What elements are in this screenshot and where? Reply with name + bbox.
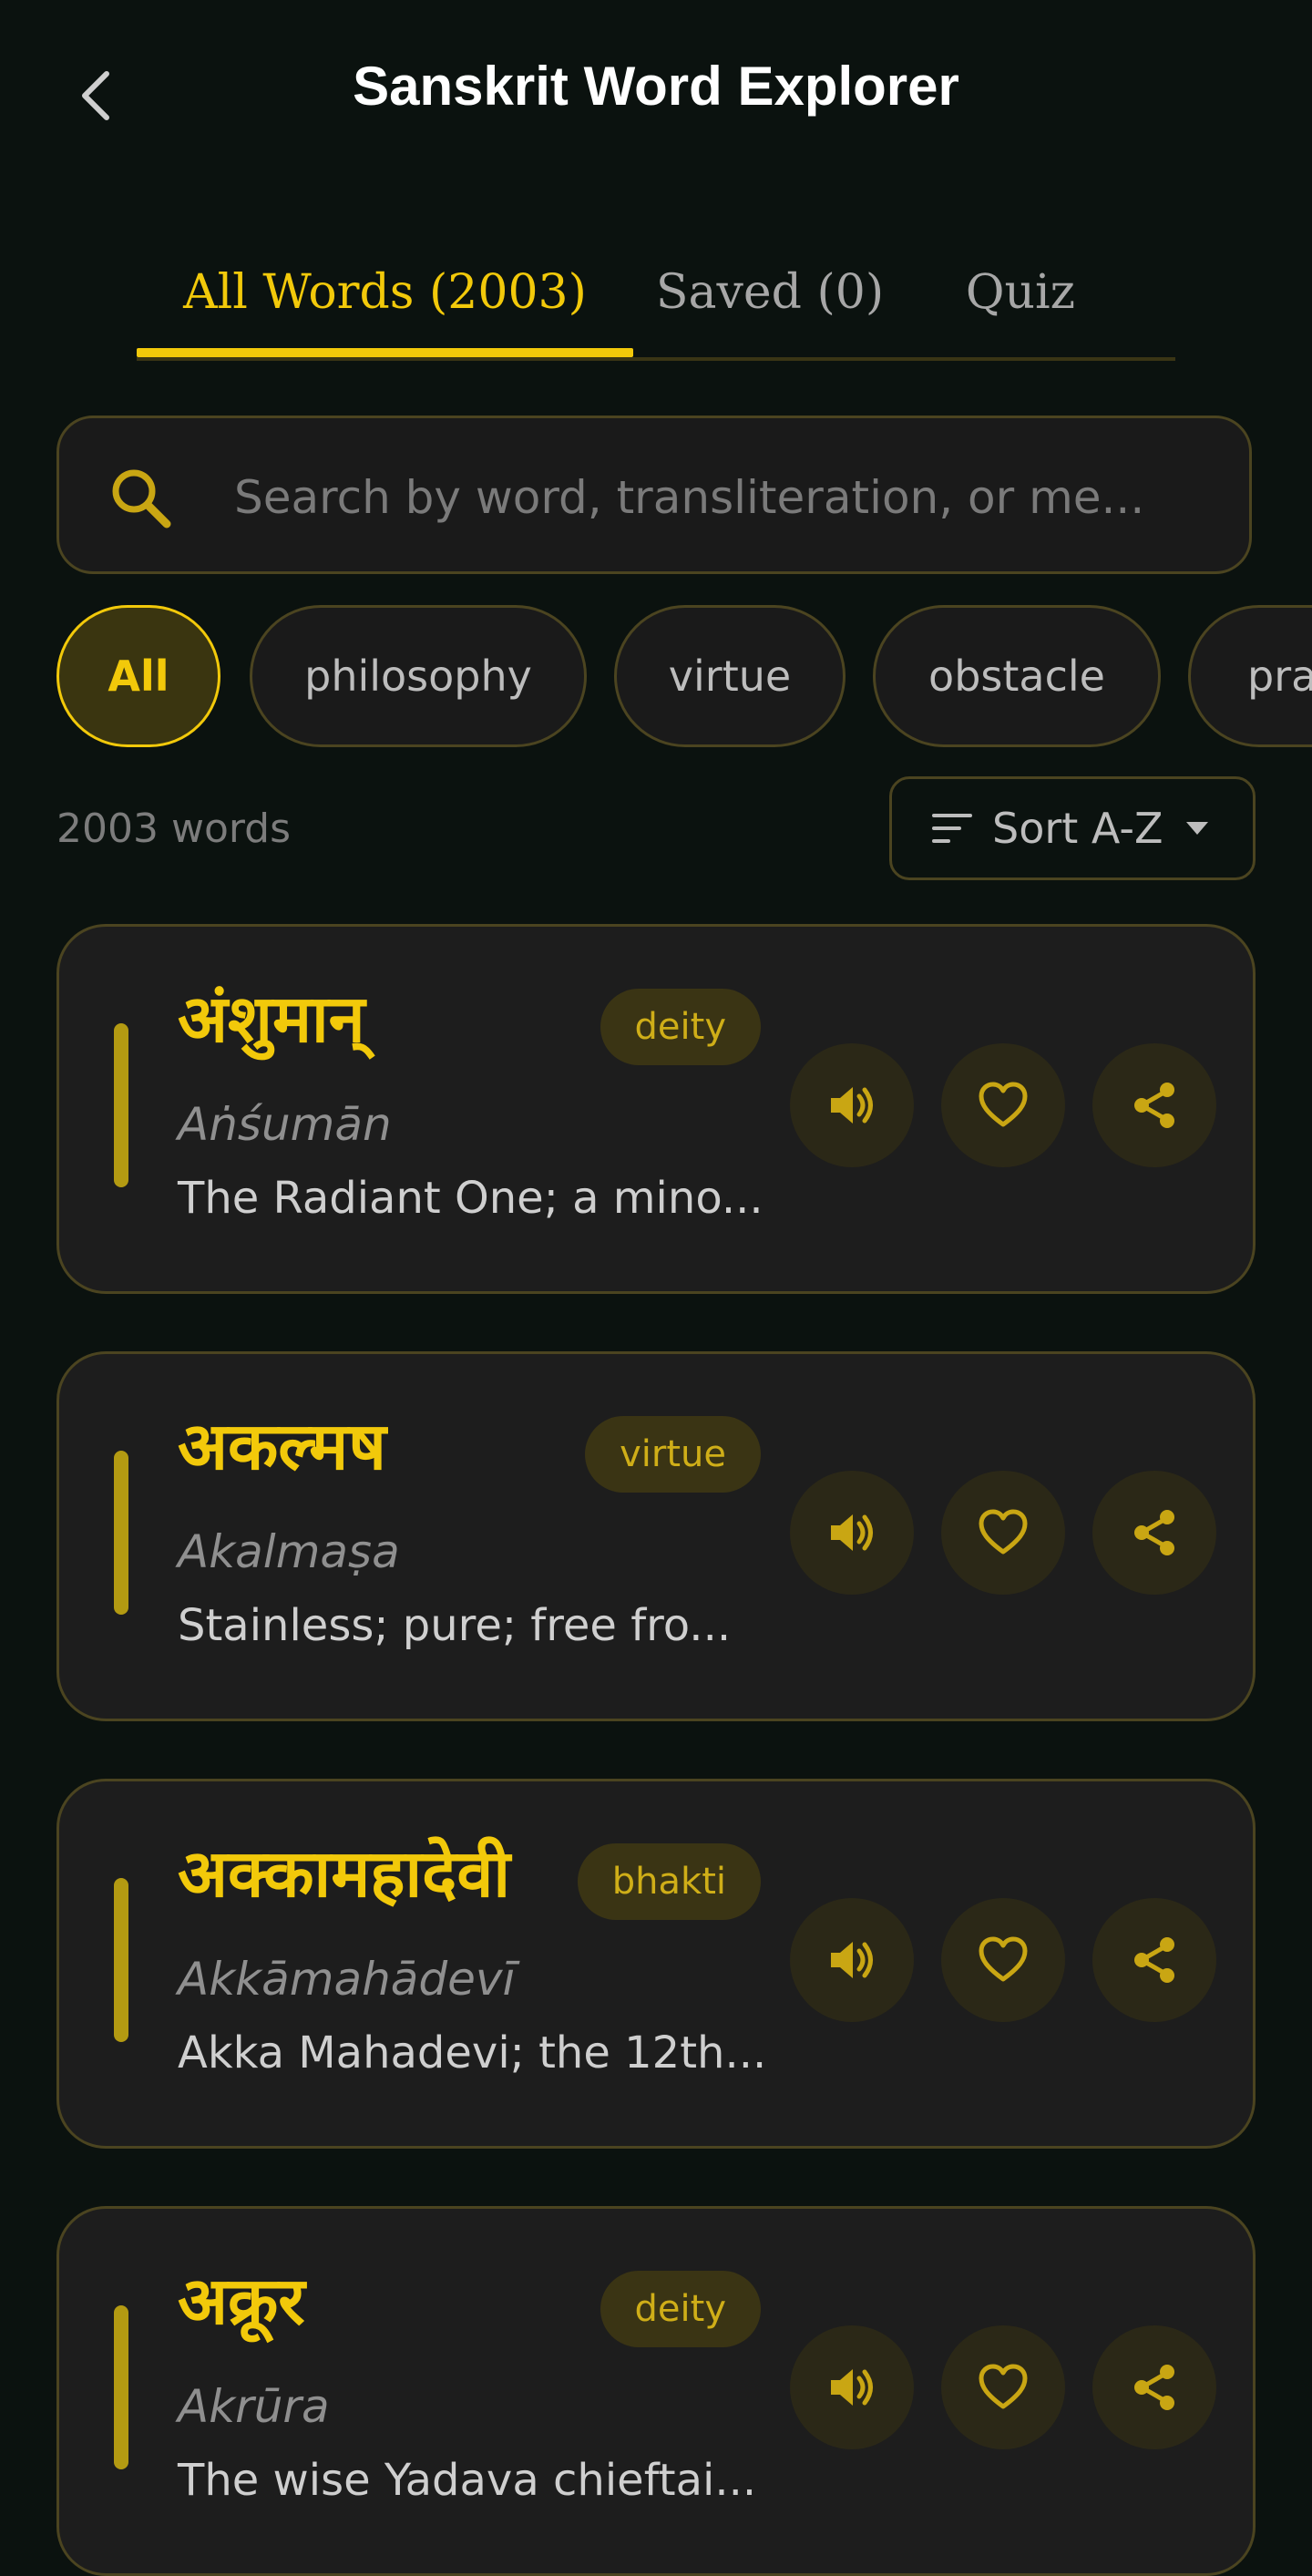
word-transliteration: Akrūra [178, 2380, 330, 2433]
card-accent-bar [114, 1023, 128, 1187]
speaker-icon [831, 1087, 873, 1124]
save-favorite-button[interactable] [941, 1471, 1065, 1595]
heart-icon [979, 1082, 1028, 1127]
word-count: 2003 words [56, 806, 292, 852]
share-icon [1134, 2365, 1174, 2410]
word-transliteration: Aṅśumān [178, 1098, 392, 1151]
heart-icon [979, 1936, 1028, 1982]
card-accent-bar [114, 1451, 128, 1615]
save-favorite-button[interactable] [941, 1043, 1065, 1167]
word-card[interactable]: अक्कामहादेवी bhakti Akkāmahādevī Akka Ma… [56, 1779, 1256, 2149]
category-tag: deity [600, 989, 761, 1065]
filter-chip-pra[interactable]: pra [1188, 605, 1312, 747]
word-meaning: Stainless; pure; free fro... [178, 1600, 732, 1651]
word-devanagari: अक्रूर [178, 2263, 305, 2339]
word-card[interactable]: अकल्मष virtue Akalmaṣa Stainless; pure; … [56, 1351, 1256, 1721]
sort-icon [932, 814, 972, 843]
tab-quiz[interactable]: Quiz [907, 228, 1134, 357]
sort-label: Sort A-Z [992, 804, 1163, 853]
word-devanagari: अंशुमान् [178, 980, 365, 1057]
word-devanagari: अक्कामहादेवी [178, 1835, 511, 1912]
share-icon [1134, 1937, 1174, 1983]
word-card[interactable]: अक्रूर deity Akrūra The wise Yadava chie… [56, 2206, 1256, 2576]
save-favorite-button[interactable] [941, 2325, 1065, 2449]
word-meaning: Akka Mahadevi; the 12th... [178, 2027, 767, 2078]
speaker-icon [831, 2369, 873, 2406]
filter-chip-virtue[interactable]: virtue [614, 605, 846, 747]
search-box [56, 416, 1252, 574]
category-tag: deity [600, 2271, 761, 2347]
play-audio-button[interactable] [790, 2325, 914, 2449]
share-button[interactable] [1092, 1898, 1216, 2022]
save-favorite-button[interactable] [941, 1898, 1065, 2022]
search-input[interactable] [232, 455, 1229, 540]
card-accent-bar [114, 2305, 128, 2469]
search-icon [112, 469, 171, 529]
category-filter-row: All philosophy virtue obstacle pra [56, 605, 1312, 747]
share-button[interactable] [1092, 2325, 1216, 2449]
play-audio-button[interactable] [790, 1898, 914, 2022]
tab-saved[interactable]: Saved (0) [633, 228, 907, 357]
share-icon [1134, 1083, 1174, 1128]
share-icon [1134, 1510, 1174, 1555]
share-button[interactable] [1092, 1471, 1216, 1595]
tab-all-words[interactable]: All Words (2003) [137, 228, 633, 357]
tab-bar: All Words (2003) Saved (0) Quiz [137, 228, 1175, 361]
sort-button[interactable]: Sort A-Z [889, 776, 1256, 880]
speaker-icon [831, 1942, 873, 1978]
share-button[interactable] [1092, 1043, 1216, 1167]
play-audio-button[interactable] [790, 1043, 914, 1167]
caret-down-icon [1186, 822, 1209, 835]
word-devanagari: अकल्मष [178, 1408, 386, 1484]
word-meaning: The Radiant One; a mino... [178, 1173, 764, 1224]
app-header: Sanskrit Word Explorer [0, 0, 1312, 191]
heart-icon [979, 1509, 1028, 1555]
category-tag: virtue [585, 1416, 761, 1493]
filter-chip-obstacle[interactable]: obstacle [873, 605, 1161, 747]
word-meaning: The wise Yadava chieftai... [178, 2455, 757, 2506]
filter-chip-philosophy[interactable]: philosophy [250, 605, 587, 747]
word-card[interactable]: अंशुमान् deity Aṅśumān The Radiant One; … [56, 924, 1256, 1294]
active-tab-indicator [137, 348, 633, 357]
word-transliteration: Akkāmahādevī [178, 1953, 516, 2006]
word-transliteration: Akalmaṣa [178, 1525, 400, 1578]
page-title: Sanskrit Word Explorer [353, 56, 959, 117]
heart-icon [979, 2364, 1028, 2409]
play-audio-button[interactable] [790, 1471, 914, 1595]
filter-chip-all[interactable]: All [56, 605, 220, 747]
speaker-icon [831, 1514, 873, 1551]
card-accent-bar [114, 1878, 128, 2042]
category-tag: bhakti [577, 1843, 761, 1920]
